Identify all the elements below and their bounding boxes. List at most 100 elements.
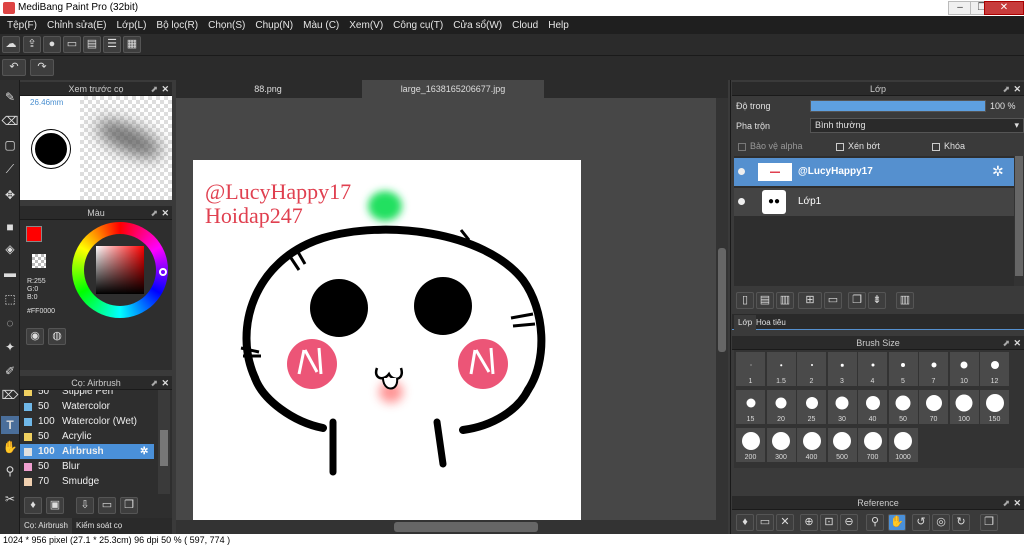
menu-view[interactable]: Xem(V): [344, 20, 388, 31]
transparent-color-swatch[interactable]: [32, 254, 46, 268]
brush-size-option[interactable]: 4: [858, 352, 887, 386]
pin-icon[interactable]: ⬈: [1002, 82, 1010, 96]
lasso-tool-icon[interactable]: ◌: [1, 314, 19, 332]
sv-square[interactable]: [96, 246, 144, 294]
brush-size-option[interactable]: 150: [980, 390, 1009, 424]
redo-icon[interactable]: ↷: [30, 59, 54, 76]
brush-size-option[interactable]: 50: [888, 390, 918, 424]
canvas-vertical-scrollbar[interactable]: [716, 98, 728, 520]
cloud-icon[interactable]: ♦: [736, 514, 754, 531]
zoom-out-icon[interactable]: ⊖: [840, 514, 858, 531]
brush-size-option[interactable]: 15: [736, 390, 765, 424]
select-eraser-icon[interactable]: ⌦: [1, 386, 19, 404]
brush-size-option[interactable]: 500: [827, 428, 857, 462]
blend-mode-select[interactable]: Bình thường ▾: [810, 118, 1024, 133]
canvas-horizontal-scrollbar[interactable]: [176, 520, 728, 534]
eraser-tool-icon[interactable]: ⌫: [1, 112, 19, 130]
scroll-thumb[interactable]: [1015, 156, 1023, 276]
menu-color[interactable]: Màu (C): [298, 20, 344, 31]
brush-item[interactable]: 50 Stipple Pen: [20, 390, 154, 399]
clipping-checkbox[interactable]: Xén bớt: [836, 141, 880, 151]
pin-icon[interactable]: ⬈: [150, 206, 158, 220]
tab-layer[interactable]: Lớp: [734, 315, 757, 330]
brush-size-option[interactable]: 200: [736, 428, 765, 462]
protect-alpha-checkbox[interactable]: Bảo vệ alpha: [738, 141, 803, 151]
brush-size-option[interactable]: 10: [949, 352, 979, 386]
palette-icon[interactable]: ◉: [26, 328, 44, 345]
scroll-thumb[interactable]: [718, 248, 726, 352]
brush-item[interactable]: 50 Acrylic: [20, 429, 154, 444]
brush-list-scrollbar[interactable]: [158, 390, 170, 494]
layer-row[interactable]: ●● Lớp1: [734, 188, 1014, 216]
brush-size-option[interactable]: 3: [827, 352, 857, 386]
brush-size-option[interactable]: 20: [766, 390, 796, 424]
document-icon[interactable]: ▤: [83, 36, 101, 53]
eye-icon[interactable]: [738, 198, 745, 205]
scroll-thumb[interactable]: [394, 522, 538, 532]
tab-brush[interactable]: Cọ: Airbrush: [20, 518, 72, 534]
lock-checkbox[interactable]: Khóa: [932, 141, 965, 151]
hand-tool-icon[interactable]: ✋: [1, 438, 19, 456]
brush-item[interactable]: 70 Smudge: [20, 474, 154, 489]
pin-icon[interactable]: ⬈: [150, 82, 158, 96]
folder-icon[interactable]: ▭: [824, 292, 842, 309]
scroll-thumb[interactable]: [160, 430, 168, 466]
brush-size-option[interactable]: 7: [919, 352, 948, 386]
pin-icon[interactable]: ⬈: [1002, 336, 1010, 350]
new-8bit-layer-icon[interactable]: ▥: [776, 292, 794, 309]
hue-ring[interactable]: [72, 222, 168, 318]
brush-size-option[interactable]: 12: [980, 352, 1009, 386]
brush-item[interactable]: 100 Watercolor (Wet): [20, 414, 154, 429]
chat-icon[interactable]: ▭: [63, 36, 81, 53]
merge-layer-icon[interactable]: ⇟: [868, 292, 886, 309]
brush-item[interactable]: 50 Watercolor: [20, 399, 154, 414]
menu-snap[interactable]: Chụp(N): [250, 20, 298, 31]
brush-size-option[interactable]: 40: [858, 390, 887, 424]
brush-item-selected[interactable]: 100 Airbrush ✲: [20, 444, 154, 459]
add-layer-menu-icon[interactable]: ⊞: [798, 292, 822, 309]
close-icon[interactable]: ✕: [1013, 496, 1021, 510]
color-set-icon[interactable]: ◍: [48, 328, 66, 345]
brush-size-option[interactable]: 100: [949, 390, 979, 424]
grid-icon[interactable]: ▦: [123, 36, 141, 53]
close-button[interactable]: ✕: [984, 1, 1024, 15]
rotate-left-icon[interactable]: ↺: [912, 514, 930, 531]
select-rect-icon[interactable]: ⬚: [1, 290, 19, 308]
close-icon[interactable]: ✕: [161, 206, 169, 220]
brush-size-option[interactable]: 2: [797, 352, 826, 386]
magic-wand-icon[interactable]: ✦: [1, 338, 19, 356]
brush-tool-icon[interactable]: ✎: [1, 88, 19, 106]
brush-size-option[interactable]: 700: [858, 428, 887, 462]
rotate-right-icon[interactable]: ↻: [952, 514, 970, 531]
brush-size-option[interactable]: 300: [766, 428, 796, 462]
menu-window[interactable]: Cửa sổ(W): [448, 20, 507, 31]
layer-row-selected[interactable]: ▬▬ @LucyHappy17 ✲: [734, 158, 1014, 186]
primary-color-swatch[interactable]: [26, 226, 42, 242]
brush-size-option[interactable]: 1.5: [766, 352, 796, 386]
reset-icon[interactable]: ◎: [932, 514, 950, 531]
gradient-tool-icon[interactable]: ▬: [1, 264, 19, 282]
new-layer-icon[interactable]: ▯: [736, 292, 754, 309]
opacity-slider[interactable]: [810, 100, 986, 112]
gear-icon[interactable]: ✲: [140, 444, 148, 459]
eyedropper-tool-icon[interactable]: ⚲: [1, 462, 19, 480]
folder-icon[interactable]: ▭: [98, 497, 116, 514]
share-icon[interactable]: ⇪: [23, 36, 41, 53]
gear-icon[interactable]: ✲: [992, 163, 1004, 180]
comment-icon[interactable]: ●: [43, 36, 61, 53]
brush-size-option[interactable]: 1: [736, 352, 765, 386]
menu-edit[interactable]: Chỉnh sửa(E): [42, 20, 112, 31]
layer-list-scrollbar[interactable]: [1014, 156, 1024, 286]
brush-size-option[interactable]: 5: [888, 352, 918, 386]
undo-icon[interactable]: ↶: [2, 59, 26, 76]
brush-size-option[interactable]: 70: [919, 390, 948, 424]
duplicate-layer-icon[interactable]: ❐: [848, 292, 866, 309]
trash-icon[interactable]: ▥: [896, 292, 914, 309]
menu-layer[interactable]: Lớp(L): [112, 20, 152, 31]
menu-cloud[interactable]: Cloud: [507, 20, 543, 31]
menu-filter[interactable]: Bộ lọc(R): [151, 20, 203, 31]
tab-navigator[interactable]: Hoa tiêu: [756, 315, 786, 330]
brush-size-option[interactable]: 1000: [888, 428, 918, 462]
brush-item[interactable]: 50 Blur: [20, 459, 154, 474]
brush-menu-icon[interactable]: ▣: [46, 497, 64, 514]
